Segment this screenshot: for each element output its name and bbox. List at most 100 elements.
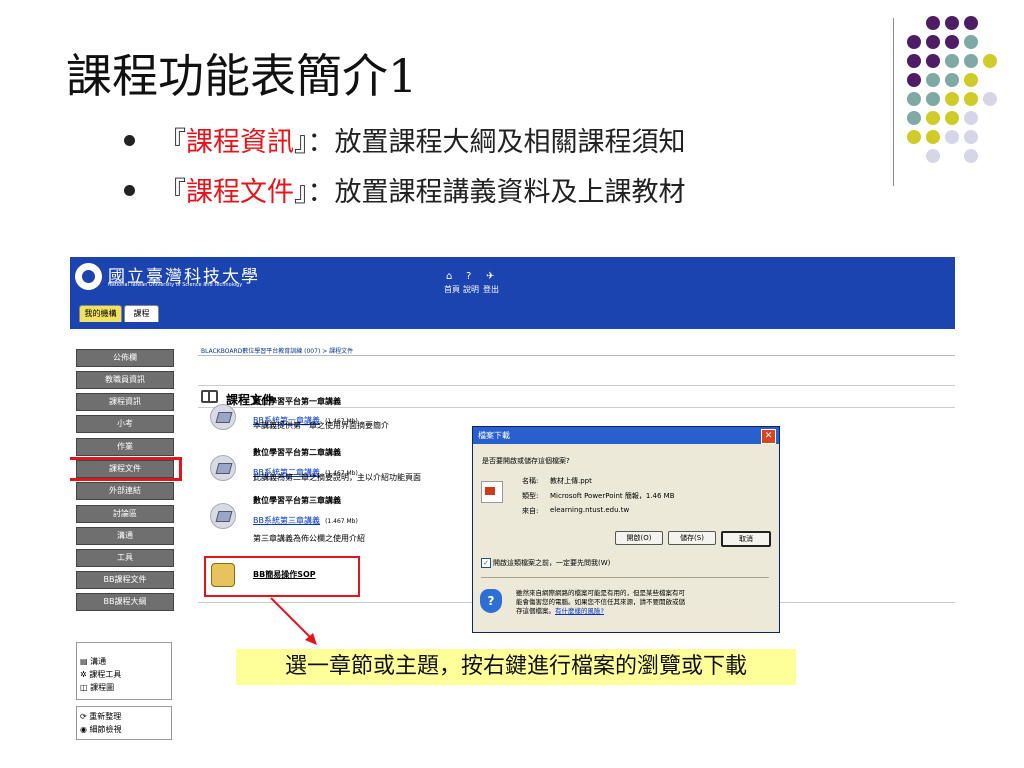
file-type-value: Microsoft PowerPoint 簡報，1.46 MB bbox=[550, 492, 675, 500]
bullet-close-bracket: 』 bbox=[294, 177, 308, 208]
decorative-dot bbox=[983, 92, 997, 106]
slide-title: 課程功能表簡介1 bbox=[66, 49, 418, 103]
decorative-dot bbox=[907, 111, 921, 125]
open-button[interactable]: 開啟(O) bbox=[615, 531, 663, 545]
sidebar-item-assignments[interactable]: 作業 bbox=[76, 438, 174, 456]
item-description: 此講義為第二章之摘要說明，主以介紹功能頁面 bbox=[253, 473, 421, 482]
sidebar-item-bb-documents[interactable]: BB課程文件 bbox=[76, 571, 174, 589]
divider bbox=[198, 385, 955, 386]
blackboard-screenshot: 國立臺灣科技大學 National Taiwan University of S… bbox=[70, 257, 955, 768]
bullet-dot-icon bbox=[124, 135, 135, 146]
decorative-dot bbox=[926, 16, 940, 30]
save-button[interactable]: 儲存(S) bbox=[668, 531, 716, 545]
bullet-close-bracket: 』 bbox=[294, 127, 308, 158]
instruction-callout: 選一章節或主題，按右鍵進行檔案的瀏覽或下載 bbox=[236, 649, 796, 685]
decorative-dot bbox=[926, 73, 940, 87]
item-description: 第三章講義為佈公欄之使用介紹 bbox=[253, 534, 365, 543]
decorative-dot bbox=[926, 35, 940, 49]
decorative-dot bbox=[945, 54, 959, 68]
bullet-text: ：放置課程大綱及相關課程須知 bbox=[307, 127, 686, 158]
bullet-highlight: 課程資訊 bbox=[186, 127, 294, 158]
dialog-question: 是否要開啟或儲存這個檔案? bbox=[482, 457, 570, 465]
help-icon[interactable]: ? bbox=[466, 271, 471, 282]
risk-link[interactable]: 有什麼樣的風險? bbox=[555, 607, 604, 615]
course-documents-highlight-box bbox=[70, 457, 182, 481]
refresh-action[interactable]: ⟳ 重新整理 bbox=[77, 710, 171, 723]
sidebar-item-bb-syllabus[interactable]: BB課程大綱 bbox=[76, 593, 174, 611]
decorative-dot bbox=[945, 111, 959, 125]
detail-view-action[interactable]: ◉ 細節檢視 bbox=[77, 723, 171, 736]
close-icon[interactable]: ✕ bbox=[761, 429, 776, 444]
decorative-divider bbox=[893, 18, 894, 186]
item-title: 數位學習平台第二章講義 bbox=[253, 448, 341, 457]
document-item-icon[interactable] bbox=[210, 503, 236, 529]
decorative-dot bbox=[945, 35, 959, 49]
sidebar-tool-label: 課程圖 bbox=[90, 683, 115, 692]
cancel-button[interactable]: 取消 bbox=[721, 531, 771, 547]
bullet-course-info: 『課程資訊』：放置課程大綱及相關課程須知 bbox=[124, 120, 686, 159]
logout-icon[interactable]: ✈ bbox=[486, 271, 494, 282]
tab-courses[interactable]: 課程 bbox=[124, 305, 159, 322]
ask-before-open-checkbox[interactable]: ✓ bbox=[481, 558, 491, 568]
item-link-row: BB系統第三章講義 (1.467 Mb) bbox=[253, 508, 358, 527]
university-subtitle: National Taiwan University of Science an… bbox=[108, 282, 243, 288]
decorative-dot bbox=[945, 73, 959, 87]
sidebar-item-staff-info[interactable]: 教職員資訊 bbox=[76, 371, 174, 389]
tab-bar bbox=[70, 312, 955, 330]
decorative-dot bbox=[945, 130, 959, 144]
tab-my-institution[interactable]: 我的機構 bbox=[79, 305, 122, 322]
nav-home[interactable]: 首頁 bbox=[444, 284, 460, 295]
breadcrumb[interactable]: BLACKBOARD數位學習平台教育訓練 (007) > 課程文件 bbox=[201, 346, 353, 355]
item-link[interactable]: BB系統第三章講義 bbox=[253, 516, 320, 525]
document-item-icon[interactable] bbox=[210, 404, 236, 430]
decorative-dot bbox=[926, 111, 940, 125]
tab-underline bbox=[70, 329, 955, 331]
decorative-dot bbox=[926, 130, 940, 144]
bullet-open-bracket: 『 bbox=[159, 177, 186, 208]
decorative-dot bbox=[964, 54, 978, 68]
sidebar-item-tools[interactable]: 工具 bbox=[76, 549, 174, 567]
file-name-label: 名稱: bbox=[522, 477, 539, 485]
sidebar-tool-communication[interactable]: ▤ 溝通 bbox=[77, 655, 171, 668]
warning-line-3: 存這個檔案。有什麼樣的風險? bbox=[516, 605, 604, 615]
sidebar-tool-course-map[interactable]: ◫ 課程圖 bbox=[77, 681, 171, 694]
bullet-dot-icon bbox=[124, 185, 135, 196]
decorative-dot bbox=[964, 35, 978, 49]
dialog-title-bar: 檔案下載 bbox=[473, 427, 779, 444]
file-name-value: 教材上傳.ppt bbox=[550, 477, 592, 485]
book-icon bbox=[201, 390, 218, 403]
communication-icon: ▤ bbox=[80, 657, 91, 666]
sidebar-tool-label: 課程工具 bbox=[89, 670, 122, 679]
nav-logout[interactable]: 登出 bbox=[483, 284, 499, 295]
document-item-icon[interactable] bbox=[210, 455, 236, 481]
sidebar-item-announcements[interactable]: 公佈欄 bbox=[76, 349, 174, 367]
decorative-dot bbox=[945, 16, 959, 30]
sidebar-item-quiz[interactable]: 小考 bbox=[76, 415, 174, 433]
powerpoint-file-icon bbox=[481, 481, 503, 503]
nav-help[interactable]: 說明 bbox=[463, 284, 479, 295]
file-source-label: 來自: bbox=[522, 507, 539, 515]
sidebar-item-communication[interactable]: 溝通 bbox=[76, 527, 174, 545]
security-shield-icon: ? bbox=[480, 589, 502, 613]
decorative-dot bbox=[964, 111, 978, 125]
sop-link[interactable]: BB簡易操作SOP bbox=[253, 569, 316, 580]
decorative-dot bbox=[964, 16, 978, 30]
item-title: 數位學習平台第一章講義 bbox=[253, 397, 341, 406]
file-source-value: elearning.ntust.edu.tw bbox=[550, 506, 630, 514]
file-type-label: 類型: bbox=[522, 492, 539, 500]
item-title: 數位學習平台第三章講義 bbox=[253, 496, 341, 505]
sidebar-item-external-links[interactable]: 外部連結 bbox=[76, 482, 174, 500]
sidebar-item-discussion[interactable]: 討論區 bbox=[76, 505, 174, 523]
folder-icon[interactable] bbox=[211, 563, 235, 587]
item-size: (1.467 Mb) bbox=[325, 518, 358, 525]
sidebar-item-course-info[interactable]: 課程資訊 bbox=[76, 393, 174, 411]
decorative-dot bbox=[907, 73, 921, 87]
sidebar-tool-course-tools[interactable]: ✲ 課程工具 bbox=[77, 668, 171, 681]
decorative-dot bbox=[983, 54, 997, 68]
tools-icon: ✲ bbox=[80, 670, 90, 679]
bullet-course-documents: 『課程文件』：放置課程講義資料及上課教材 bbox=[124, 170, 686, 209]
home-icon[interactable]: ⌂ bbox=[446, 271, 452, 282]
sidebar-actions-box: ⟳ 重新整理 ◉ 細節檢視 bbox=[76, 706, 172, 740]
decorative-dot bbox=[926, 54, 940, 68]
refresh-label: 重新整理 bbox=[89, 712, 122, 721]
